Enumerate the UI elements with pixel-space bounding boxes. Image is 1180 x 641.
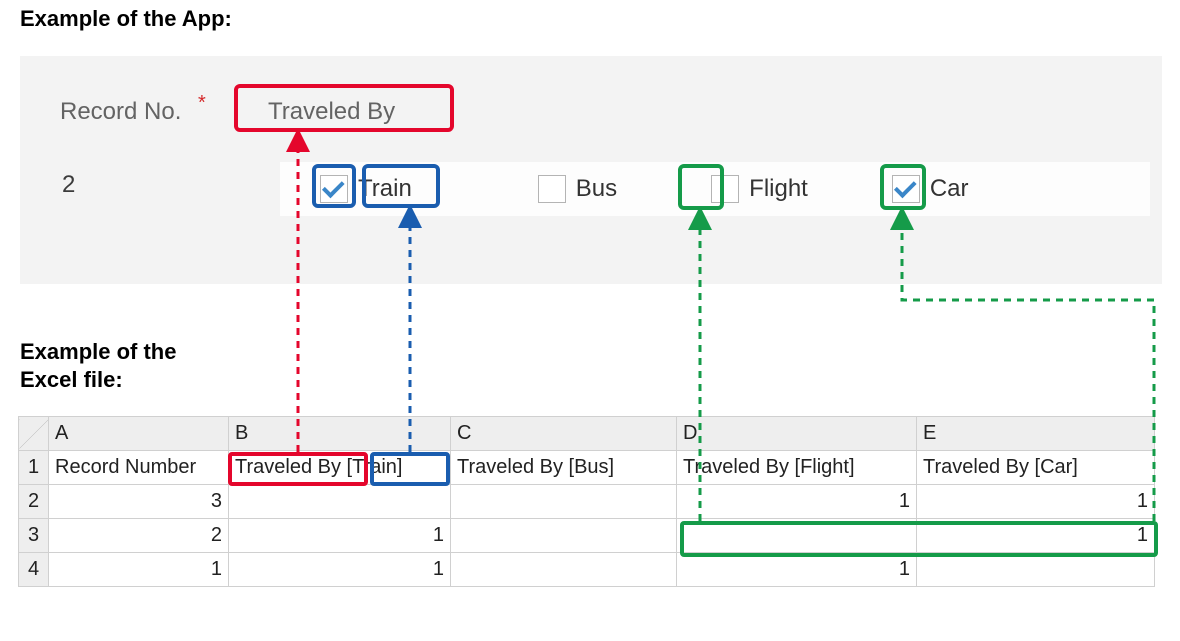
record-no-label: Record No. [60, 98, 181, 126]
cell-a3[interactable]: 2 [49, 519, 229, 553]
heading-app: Example of the App: [20, 6, 232, 32]
sheet-corner [19, 417, 49, 451]
cell-e2[interactable]: 1 [917, 485, 1155, 519]
row-header-1[interactable]: 1 [19, 451, 49, 485]
annotation-box-red-sheet-traveledby [228, 452, 368, 486]
checkbox-car-label: Car [930, 175, 969, 203]
cell-e4[interactable] [917, 553, 1155, 587]
cell-c3[interactable] [451, 519, 677, 553]
col-header-b[interactable]: B [229, 417, 451, 451]
col-header-a[interactable]: A [49, 417, 229, 451]
col-header-d[interactable]: D [677, 417, 917, 451]
cell-d2[interactable]: 1 [677, 485, 917, 519]
annotation-box-blue-sheet-train [370, 452, 450, 486]
cell-a1[interactable]: Record Number [49, 451, 229, 485]
cell-e1[interactable]: Traveled By [Car] [917, 451, 1155, 485]
col-header-c[interactable]: C [451, 417, 677, 451]
annotation-box-blue-train-label [362, 164, 440, 208]
checkbox-bus-label: Bus [576, 175, 617, 203]
annotation-box-blue-train-checkbox [312, 164, 356, 208]
cell-b2[interactable] [229, 485, 451, 519]
row-header-2[interactable]: 2 [19, 485, 49, 519]
row-header-3[interactable]: 3 [19, 519, 49, 553]
col-header-e[interactable]: E [917, 417, 1155, 451]
app-panel: Record No. * 2 Traveled By Train Bus Fli… [20, 56, 1162, 284]
cell-a2[interactable]: 3 [49, 485, 229, 519]
record-no-value: 2 [62, 171, 75, 199]
cell-b3[interactable]: 1 [229, 519, 451, 553]
annotation-box-green-car-checkbox [880, 164, 926, 210]
checkbox-flight-label: Flight [749, 175, 808, 203]
cell-a4[interactable]: 1 [49, 553, 229, 587]
required-asterisk: * [198, 92, 206, 115]
cell-d1[interactable]: Traveled By [Flight] [677, 451, 917, 485]
heading-excel: Example of the Excel file: [20, 338, 176, 393]
cell-c1[interactable]: Traveled By [Bus] [451, 451, 677, 485]
annotation-box-green-sheet-d3e3 [680, 521, 1158, 557]
cell-c2[interactable] [451, 485, 677, 519]
cell-c4[interactable] [451, 553, 677, 587]
checkbox-bus[interactable] [538, 175, 566, 203]
annotation-box-green-flight-checkbox [678, 164, 724, 210]
annotation-box-red-traveled-by [234, 84, 454, 132]
cell-d4[interactable]: 1 [677, 553, 917, 587]
spreadsheet: A B C D E 1 Record Number Traveled By [T… [18, 416, 1155, 587]
cell-b4[interactable]: 1 [229, 553, 451, 587]
row-header-4[interactable]: 4 [19, 553, 49, 587]
